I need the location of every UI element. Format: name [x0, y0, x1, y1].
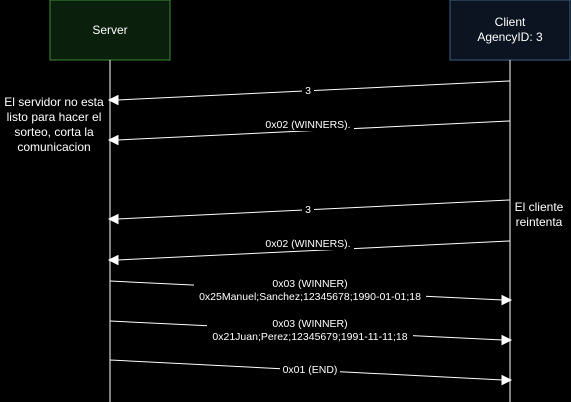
- message-arrow: 0x02 (WINNERS).: [107, 118, 511, 146]
- server-note-line: comunicacion: [17, 140, 90, 154]
- message-arrow: 0x01 (END): [109, 359, 513, 386]
- client-label: Client: [495, 15, 526, 29]
- message-label: 0x25Manuel;Sanchez;12345678;1990-01-01;1…: [199, 291, 421, 303]
- message-label: 3: [305, 85, 311, 97]
- server-note-line: listo para hacer el: [7, 110, 102, 124]
- message-arrow: 3: [107, 199, 511, 225]
- message-label: 0x03 (WINNER): [272, 278, 347, 290]
- client-note-line: El cliente: [515, 200, 564, 214]
- server-note: El servidor no esta listo para hacer el …: [4, 95, 104, 154]
- message-arrow: 0x02 (WINNERS).: [107, 237, 511, 266]
- message-label: 0x03 (WINNER): [272, 318, 347, 330]
- message-label: 0x21Juan;Perez;12345679;1991-11-11;18: [212, 331, 407, 343]
- message-arrow: 0x03 (WINNER) 0x25Manuel;Sanchez;1234567…: [109, 276, 513, 306]
- message-label: 0x02 (WINNERS).: [265, 238, 350, 250]
- client-note-line: reintenta: [516, 215, 563, 229]
- server-note-line: El servidor no esta: [4, 95, 104, 109]
- client-note: El cliente reintenta: [515, 200, 564, 229]
- client-agency-label: AgencyID: 3: [477, 30, 543, 44]
- message-label: 0x01 (END): [283, 364, 338, 376]
- message-arrow: 3: [107, 80, 511, 106]
- message-arrow: 0x03 (WINNER) 0x21Juan;Perez;12345679;19…: [109, 316, 513, 346]
- message-label: 0x02 (WINNERS).: [265, 119, 350, 131]
- message-label: 3: [305, 204, 311, 216]
- server-note-line: sorteo, corta la: [14, 125, 94, 139]
- sequence-diagram: Server Client AgencyID: 3 El servidor no…: [4, 0, 571, 402]
- server-label: Server: [92, 23, 127, 37]
